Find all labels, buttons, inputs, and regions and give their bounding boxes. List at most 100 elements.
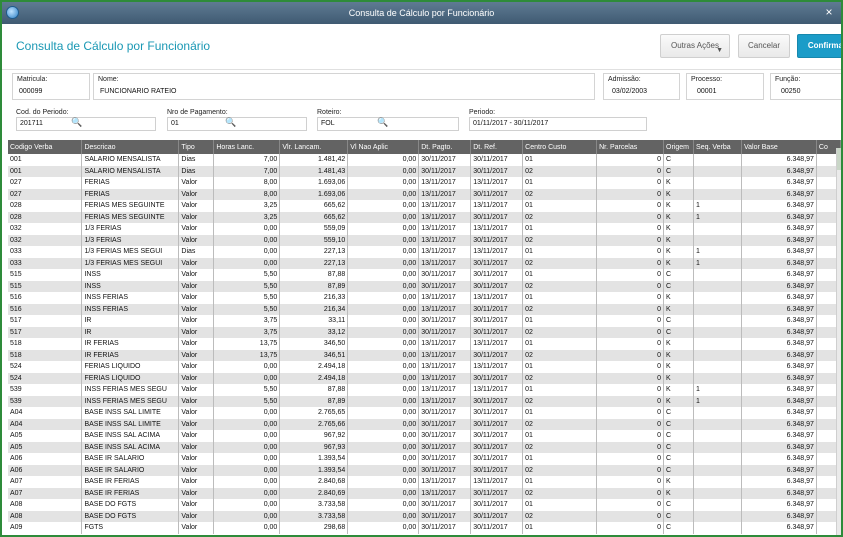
results-grid[interactable]: Codigo Verba Descricao Tipo Horas Lanc. Vlr.…: [8, 140, 841, 535]
table-row[interactable]: A08 BASE DO FGTS Valor 0,00 3.733,58 0,00 30/1…: [8, 510, 841, 522]
table-cell: 30/11/2017: [470, 165, 524, 177]
column-header[interactable]: Dt. Ref.: [470, 140, 524, 154]
table-cell: [693, 292, 742, 304]
table-row[interactable]: A08 BASE DO FGTS Valor 0,00 3.733,58 0,00 30/1…: [8, 499, 841, 511]
processo-field[interactable]: Processo: 00001: [686, 73, 764, 100]
table-cell: 539: [8, 395, 83, 407]
table-cell: 0,00: [347, 292, 420, 304]
matricula-field[interactable]: Matricula: 000099: [12, 73, 90, 100]
table-cell: 02: [522, 441, 598, 453]
main-window: Consulta de Cálculo por Funcionário × Co…: [0, 0, 843, 537]
table-row[interactable]: 027 FERIAS Valor 8,00 1.693,06 0,00 13/11/2017…: [8, 177, 841, 189]
close-icon[interactable]: ×: [821, 4, 837, 20]
table-cell: 0: [596, 246, 665, 258]
column-header[interactable]: Seq. Verba: [693, 140, 742, 154]
table-row[interactable]: A04 BASE INSS SAL LIMITE Valor 0,00 2.765,66…: [8, 418, 841, 430]
nro-pagamento-input[interactable]: 01: [167, 117, 307, 131]
table-cell: K: [663, 246, 695, 258]
table-cell: 227,13: [279, 246, 349, 258]
table-cell: 87,88: [279, 384, 349, 396]
column-header[interactable]: Nr. Parcelas: [596, 140, 665, 154]
table-row[interactable]: 028 FERIAS MES SEGUINTE Valor 3,25 665,62 0,0…: [8, 211, 841, 223]
table-cell: 6.348,97: [741, 338, 817, 350]
table-row[interactable]: 515 INSS Valor 5,50 87,89 0,00 30/11/2017 30/11…: [8, 280, 841, 292]
table-cell: 2.765,66: [279, 418, 349, 430]
table-row[interactable]: 001 SALARIO MENSALISTA Dias 7,00 1.481,43 0,0…: [8, 165, 841, 177]
admissao-field[interactable]: Admissão: 03/02/2003: [603, 73, 680, 100]
table-row[interactable]: 524 FERIAS LIQUIDO Valor 0,00 2.494,18 0,00 13…: [8, 361, 841, 373]
nome-field[interactable]: Nome: FUNCIONARIO RATEIO: [93, 73, 595, 100]
table-row[interactable]: A06 BASE IR SALARIO Valor 0,00 1.393,54 0,00 3…: [8, 464, 841, 476]
column-header[interactable]: Centro Custo: [522, 140, 598, 154]
table-row[interactable]: 032 1/3 FERIAS Valor 0,00 559,09 0,00 13/11/20…: [8, 223, 841, 235]
table-cell: 3,25: [213, 211, 281, 223]
search-icon[interactable]: 🔍: [71, 117, 82, 128]
table-row[interactable]: 033 1/3 FERIAS MES SEGUI Valor 0,00 227,13 0,…: [8, 257, 841, 269]
table-cell: 6.348,97: [741, 257, 817, 269]
table-row[interactable]: 516 INSS FERIAS Valor 5,50 216,34 0,00 13/11/2…: [8, 303, 841, 315]
table-row[interactable]: A04 BASE INSS SAL LIMITE Valor 0,00 2.765,65…: [8, 407, 841, 419]
table-cell: 559,10: [279, 234, 349, 246]
cancel-button[interactable]: Cancelar: [738, 34, 790, 58]
table-row[interactable]: 516 INSS FERIAS Valor 5,50 216,33 0,00 13/11/2…: [8, 292, 841, 304]
table-cell: 0,00: [347, 177, 420, 189]
table-cell: 346,50: [279, 338, 349, 350]
table-row[interactable]: 001 SALARIO MENSALISTA Dias 7,00 1.481,42 0,0…: [8, 154, 841, 166]
table-row[interactable]: A05 BASE INSS SAL ACIMA Valor 0,00 967,92 0,0…: [8, 430, 841, 442]
table-row[interactable]: A07 BASE IR FERIAS Valor 0,00 2.840,69 0,00 13…: [8, 487, 841, 499]
column-header[interactable]: Horas Lanc.: [213, 140, 281, 154]
table-cell: [693, 441, 742, 453]
column-header[interactable]: Descricao: [81, 140, 180, 154]
table-row[interactable]: 517 IR Valor 3,75 33,12 0,00 30/11/2017 30/11/2…: [8, 326, 841, 338]
table-cell: INSS: [81, 269, 180, 281]
table-cell: A09: [8, 522, 83, 534]
column-header[interactable]: Valor Base: [741, 140, 817, 154]
outras-acoes-button[interactable]: Outras Ações ▼: [660, 34, 730, 58]
column-header[interactable]: Codigo Verba: [8, 140, 83, 154]
table-row[interactable]: 033 1/3 FERIAS MES SEGUI Dias 0,00 227,13 0,0…: [8, 246, 841, 258]
table-row[interactable]: 539 INSS FERIAS MES SEGU Valor 5,50 87,88 0,0…: [8, 384, 841, 396]
table-cell: 1.693,06: [279, 177, 349, 189]
search-icon[interactable]: 🔍: [225, 117, 236, 128]
table-row[interactable]: 032 1/3 FERIAS Valor 0,00 559,10 0,00 13/11/20…: [8, 234, 841, 246]
table-cell: 0: [596, 499, 665, 511]
column-header[interactable]: Tipo: [178, 140, 215, 154]
table-row[interactable]: 539 INSS FERIAS MES SEGU Valor 5,50 87,89 0,0…: [8, 395, 841, 407]
periodo-input[interactable]: 01/11/2017 - 30/11/2017: [469, 117, 647, 131]
table-cell: [693, 453, 742, 465]
table-row[interactable]: 518 IR FERIAS Valor 13,75 346,51 0,00 13/11/20…: [8, 349, 841, 361]
nome-value: FUNCIONARIO RATEIO: [100, 88, 177, 95]
column-header[interactable]: Vl Nao Aplic: [347, 140, 420, 154]
table-cell: 13/11/2017: [418, 223, 472, 235]
table-row[interactable]: A07 BASE IR FERIAS Valor 0,00 2.840,68 0,00 13…: [8, 476, 841, 488]
table-cell: 298,68: [279, 522, 349, 534]
table-cell: 30/11/2017: [470, 326, 524, 338]
table-row[interactable]: 517 IR Valor 3,75 33,11 0,00 30/11/2017 30/11/2…: [8, 315, 841, 327]
table-cell: C: [663, 522, 695, 534]
funcao-field[interactable]: Função: 00250: [770, 73, 841, 100]
column-header[interactable]: Vlr. Lancam.: [279, 140, 349, 154]
scrollbar-thumb[interactable]: [837, 148, 841, 170]
periodo-label: Periodo:: [469, 109, 496, 116]
table-row[interactable]: 028 FERIAS MES SEGUINTE Valor 3,25 665,62 0,0…: [8, 200, 841, 212]
table-row[interactable]: 515 INSS Valor 5,50 87,88 0,00 30/11/2017 30/11…: [8, 269, 841, 281]
table-row[interactable]: A05 BASE INSS SAL ACIMA Valor 0,00 967,93 0,0…: [8, 441, 841, 453]
table-row[interactable]: A09 FGTS Valor 0,00 298,68 0,00 30/11/2017 30/1…: [8, 522, 841, 534]
table-cell: 02: [522, 211, 598, 223]
search-icon[interactable]: 🔍: [377, 117, 388, 128]
cod-periodo-input[interactable]: 201711: [16, 117, 156, 131]
table-row[interactable]: 524 FERIAS LIQUIDO Valor 0,00 2.494,18 0,00 13…: [8, 372, 841, 384]
column-header[interactable]: Origem: [663, 140, 695, 154]
table-cell: 30/11/2017: [418, 326, 472, 338]
table-cell: 5,50: [213, 303, 281, 315]
confirm-button[interactable]: Confirmar: [797, 34, 841, 58]
table-cell: 13/11/2017: [470, 476, 524, 488]
vertical-scrollbar[interactable]: [836, 148, 841, 535]
table-cell: K: [663, 211, 695, 223]
table-row[interactable]: 518 IR FERIAS Valor 13,75 346,50 0,00 13/11/20…: [8, 338, 841, 350]
table-cell: 30/11/2017: [418, 453, 472, 465]
table-cell: Valor: [178, 211, 215, 223]
table-row[interactable]: 027 FERIAS Valor 8,00 1.693,06 0,00 13/11/2017…: [8, 188, 841, 200]
table-row[interactable]: A06 BASE IR SALARIO Valor 0,00 1.393,54 0,00 3…: [8, 453, 841, 465]
column-header[interactable]: Dt. Pagto.: [418, 140, 472, 154]
